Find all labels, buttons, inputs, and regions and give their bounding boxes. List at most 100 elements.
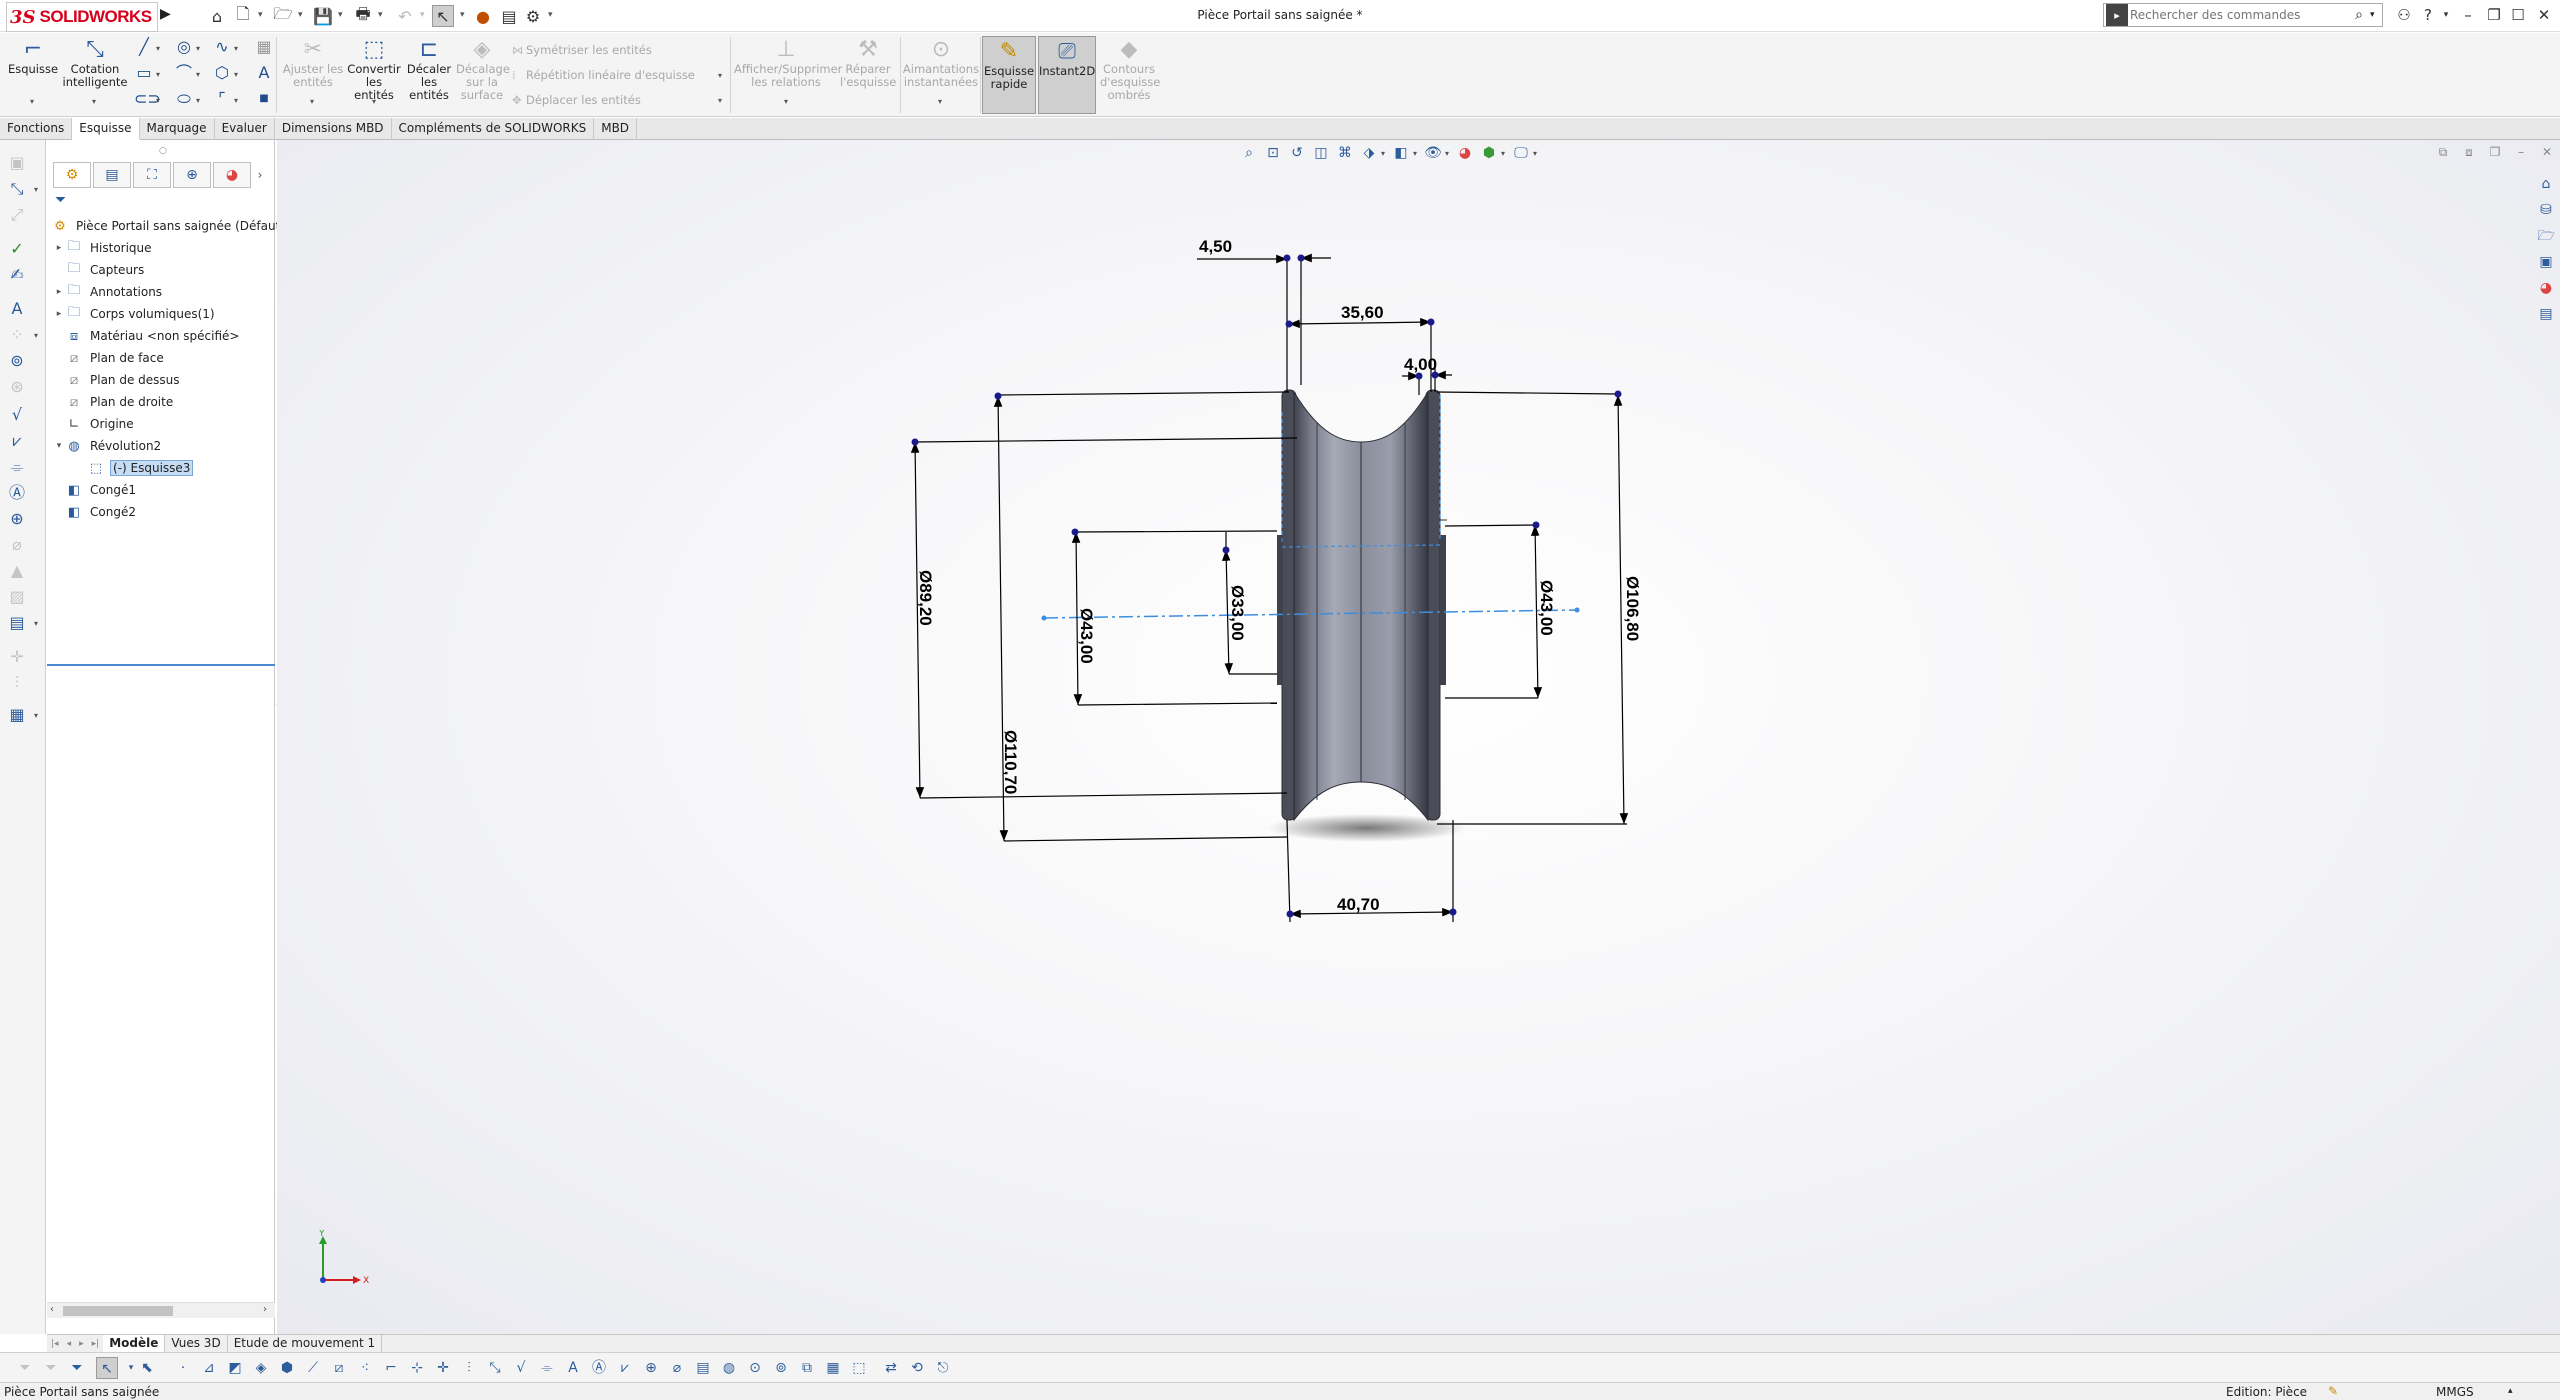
- sketch-button[interactable]: ⌐ Esquisse: [6, 39, 60, 76]
- open-folder-icon[interactable]: 🗁: [272, 4, 294, 27]
- file-properties-icon[interactable]: ▤: [498, 5, 520, 27]
- dimension-width-40-70[interactable]: 40,70: [1337, 895, 1380, 914]
- last-tab-icon[interactable]: ▸|: [88, 1339, 104, 1349]
- tree-item-annotations[interactable]: ▸ 🗀 Annotations: [53, 282, 164, 302]
- filter-axes-icon[interactable]: ⟋: [302, 1357, 324, 1379]
- polygon-icon[interactable]: ⬡: [212, 63, 232, 83]
- filter-midpoints-icon[interactable]: ⊹: [406, 1357, 428, 1379]
- filter-notes-icon[interactable]: A: [562, 1357, 584, 1379]
- filter-dimensions-icon[interactable]: ⤡: [484, 1357, 506, 1379]
- trim-dropdown-icon[interactable]: ▾: [310, 97, 314, 106]
- property-manager-tab-icon[interactable]: ▤: [93, 162, 131, 188]
- tree-item-origin[interactable]: ∟ Origine: [53, 414, 136, 434]
- tree-item-history[interactable]: ▸ 🗀 Historique: [53, 238, 154, 258]
- close-icon[interactable]: ✕: [2532, 3, 2556, 27]
- tree-item-front-plane[interactable]: ⧄ Plan de face: [53, 348, 166, 368]
- search-icon[interactable]: ⌕: [2348, 7, 2370, 23]
- dimension-diameter-43-00-left[interactable]: Ø43,00: [1077, 608, 1096, 664]
- scroll-left-icon[interactable]: ‹: [50, 1304, 54, 1315]
- instant2d-button[interactable]: ⎚ Instant2D: [1038, 36, 1096, 114]
- note-pattern-dropdown-icon[interactable]: ▾: [34, 331, 38, 340]
- filter-surface-bodies-icon[interactable]: ◈: [250, 1357, 272, 1379]
- tree-item-top-plane[interactable]: ⧄ Plan de dessus: [53, 370, 182, 390]
- weld-symbol-icon[interactable]: ⩗: [6, 430, 28, 452]
- solidworks-logo[interactable]: 3S SOLIDWORKS: [6, 2, 158, 32]
- balloon-icon[interactable]: ⊚: [6, 350, 28, 372]
- tab-3d-views[interactable]: Vues 3D: [165, 1335, 228, 1352]
- first-tab-icon[interactable]: |◂: [47, 1339, 63, 1349]
- move-dropdown-icon[interactable]: ▾: [718, 96, 722, 105]
- line-icon[interactable]: ╱: [134, 37, 154, 57]
- filter-connection-points-icon[interactable]: ⊙: [744, 1357, 766, 1379]
- status-units[interactable]: MMGS: [2436, 1385, 2474, 1399]
- undo-dropdown-icon[interactable]: ▾: [420, 10, 425, 20]
- sketch-picture-icon[interactable]: ▣: [6, 152, 28, 174]
- save-dropdown-icon[interactable]: ▾: [338, 10, 343, 20]
- scrollbar-thumb[interactable]: [63, 1306, 173, 1316]
- filter-datum-features-icon[interactable]: Ⓐ: [588, 1357, 610, 1379]
- collapse-arrow-icon[interactable]: ▾: [53, 441, 65, 451]
- command-search-box[interactable]: ▸ ⌕ ▾: [2103, 3, 2383, 27]
- datum-target-icon[interactable]: ⊕: [6, 508, 28, 530]
- convert-entities-button[interactable]: ⬚ Convertir les entités: [346, 39, 402, 102]
- filter-mate-references-icon[interactable]: ⧉: [796, 1357, 818, 1379]
- sketch-dropdown-icon[interactable]: ▾: [30, 97, 34, 106]
- more-tabs-icon[interactable]: ›: [253, 162, 267, 188]
- rectangle-dropdown-icon[interactable]: ▾: [156, 70, 160, 79]
- new-document-icon[interactable]: 🗋: [232, 4, 254, 27]
- print-icon[interactable]: 🖶: [352, 4, 374, 27]
- filter-centerline-icon[interactable]: ⫶: [458, 1357, 480, 1379]
- dimxpert-tab-icon[interactable]: ⊕: [173, 162, 211, 188]
- minimize-icon[interactable]: –: [2456, 3, 2480, 27]
- dimension-width-35-60[interactable]: 35,60: [1341, 303, 1384, 322]
- hole-callout-icon[interactable]: ⌀: [6, 534, 28, 556]
- fillet-sketch-icon[interactable]: ⌜: [212, 89, 232, 109]
- print-dropdown-icon[interactable]: ▾: [378, 10, 383, 20]
- cosmetic-thread-icon[interactable]: ▲: [6, 560, 28, 582]
- table-icon[interactable]: ▦: [6, 704, 28, 726]
- panel-collapse-icon[interactable]: ○: [159, 146, 167, 156]
- dimension-tool-dropdown-icon[interactable]: ▾: [34, 185, 38, 194]
- tab-motion-study[interactable]: Etude de mouvement 1: [228, 1335, 383, 1352]
- filter-faces-icon[interactable]: ◩: [224, 1357, 246, 1379]
- tree-item-material[interactable]: ⧈ Matériau <non spécifié>: [53, 326, 241, 346]
- point-icon[interactable]: ■: [254, 89, 274, 109]
- filter-solid-bodies-icon[interactable]: ⬢: [276, 1357, 298, 1379]
- prev-tab-icon[interactable]: ◂: [63, 1339, 76, 1349]
- slot-icon[interactable]: ⊂⊃: [134, 89, 161, 109]
- next-tab-icon[interactable]: ▸: [75, 1339, 88, 1349]
- move-entities-button[interactable]: ✥ Déplacer les entités: [512, 93, 641, 107]
- scroll-right-icon[interactable]: ›: [263, 1304, 267, 1315]
- save-icon[interactable]: 💾: [312, 5, 334, 27]
- tree-item-sensors[interactable]: 🗀 Capteurs: [53, 260, 146, 280]
- filter-datum-targets-icon[interactable]: ⊕: [640, 1357, 662, 1379]
- filter-geometric-tolerances-icon[interactable]: ⌯: [536, 1357, 558, 1379]
- dimension-diameter-43-00-right[interactable]: Ø43,00: [1537, 580, 1556, 636]
- menu-expand-icon[interactable]: ▶: [160, 6, 171, 22]
- tree-item-solid-bodies[interactable]: ▸ 🗀 Corps volumiques(1): [53, 304, 217, 324]
- mirror-entities-button[interactable]: ⋈ Symétriser les entités: [512, 43, 652, 57]
- help-dropdown-icon[interactable]: ▾: [2434, 3, 2458, 27]
- datum-feature-icon[interactable]: Ⓐ: [6, 482, 28, 504]
- tab-mbd-dimensions[interactable]: Dimensions MBD: [275, 118, 392, 140]
- filter-planes-icon[interactable]: ⧄: [328, 1357, 350, 1379]
- maximize-icon[interactable]: ☐: [2506, 3, 2530, 27]
- home-icon[interactable]: ⌂: [206, 5, 228, 27]
- filter-cosmetic-threads-icon[interactable]: ⌀: [666, 1357, 688, 1379]
- open-dropdown-icon[interactable]: ▾: [298, 10, 303, 20]
- options-gear-icon[interactable]: ⚙: [522, 5, 544, 27]
- filter-vertices-icon[interactable]: ⋅: [172, 1357, 194, 1379]
- undo-icon[interactable]: ↶: [394, 5, 416, 27]
- tab-sketch[interactable]: Esquisse: [72, 118, 140, 140]
- rapid-sketch-button[interactable]: ✎ Esquisse rapide: [982, 36, 1036, 114]
- rectangle-icon[interactable]: ▭: [134, 63, 154, 83]
- circle-dropdown-icon[interactable]: ▾: [196, 44, 200, 53]
- centerline-icon[interactable]: ⫶: [6, 672, 28, 694]
- box-select-icon[interactable]: ⬉: [136, 1357, 158, 1379]
- tree-item-revolve2[interactable]: ▾ ◍ Révolution2: [53, 436, 163, 456]
- rebuild-icon[interactable]: ●: [472, 5, 494, 27]
- tab-markup[interactable]: Marquage: [140, 118, 215, 140]
- tab-model[interactable]: Modèle: [103, 1335, 166, 1352]
- shaded-sketch-contours-button[interactable]: ◆ Contours d'esquisse ombrés: [1100, 39, 1160, 102]
- user-account-icon[interactable]: ⚇: [2392, 3, 2416, 27]
